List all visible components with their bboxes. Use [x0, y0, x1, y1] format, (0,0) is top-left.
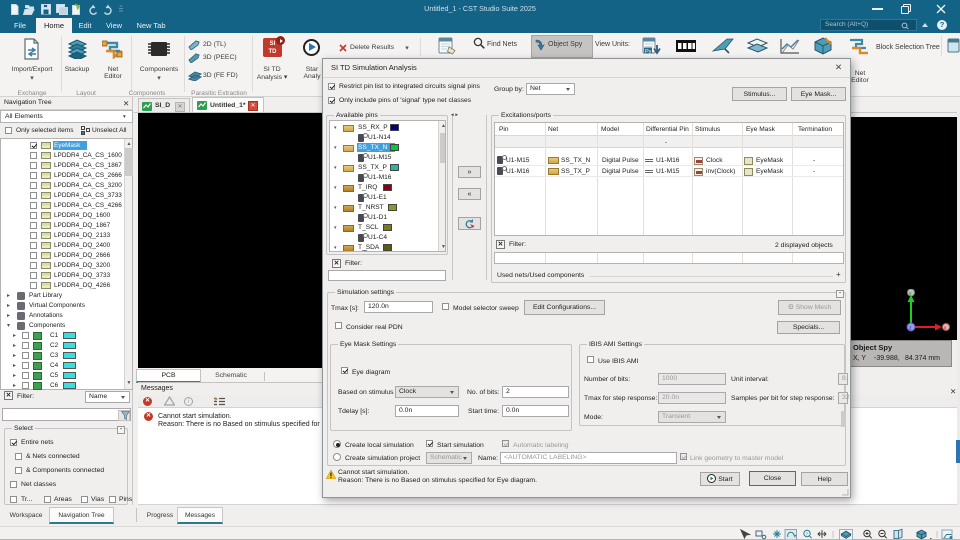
svg-text:Py: Py — [645, 49, 652, 55]
svg-text:?: ? — [806, 532, 809, 537]
